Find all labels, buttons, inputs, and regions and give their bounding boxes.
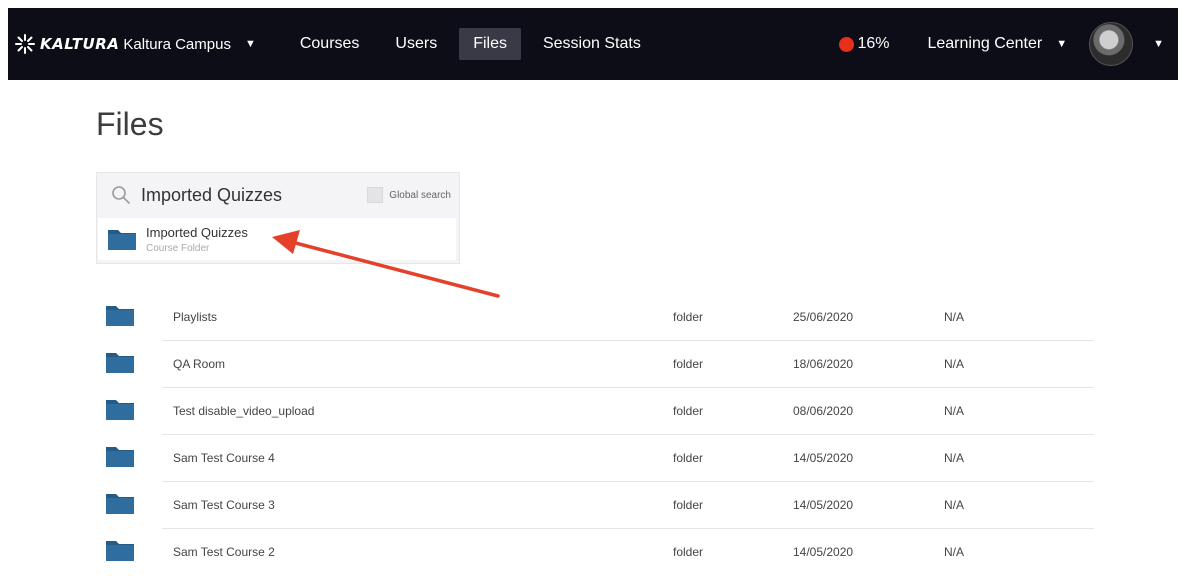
file-name[interactable]: Test disable_video_upload [173, 404, 314, 418]
file-size: N/A [944, 357, 965, 371]
progress-label: 16% [857, 35, 890, 52]
nav-courses[interactable]: Courses [286, 28, 374, 60]
file-date: 08/06/2020 [793, 404, 854, 418]
file-name[interactable]: Sam Test Course 2 [173, 545, 275, 559]
file-list: Playlists folder 25/06/2020 N/A QA Room … [0, 294, 1185, 576]
suggestion-title: Imported Quizzes [146, 224, 248, 240]
file-type: folder [673, 404, 704, 418]
file-size: N/A [944, 498, 965, 512]
nav-users[interactable]: Users [381, 28, 451, 60]
search-row: Global search [97, 173, 459, 217]
nav-session-stats[interactable]: Session Stats [529, 28, 655, 60]
file-type: folder [673, 310, 704, 324]
global-search-label: Global search [389, 189, 451, 201]
suggestion-text: Imported Quizzes Course Folder [146, 225, 248, 254]
file-type: folder [673, 451, 704, 465]
nav-files[interactable]: Files [459, 28, 521, 60]
file-type: folder [673, 357, 704, 371]
global-search-toggle[interactable]: Global search [367, 187, 451, 203]
avatar[interactable] [1089, 22, 1134, 66]
folder-icon [106, 541, 134, 561]
page-title: Files [96, 106, 164, 142]
folder-icon [106, 353, 134, 373]
folder-icon [106, 447, 134, 467]
folder-icon [108, 230, 136, 250]
file-row[interactable]: Sam Test Course 4 folder 14/05/2020 N/A [0, 435, 1185, 482]
file-name[interactable]: QA Room [173, 357, 225, 371]
annotation-arrow-icon [272, 230, 500, 298]
folder-icon [106, 400, 134, 420]
file-date: 14/05/2020 [793, 451, 854, 465]
learning-center-menu[interactable]: Learning Center ▼ [927, 35, 1067, 53]
file-row[interactable]: Sam Test Course 3 folder 14/05/2020 N/A [0, 482, 1185, 529]
top-navigation-bar: KALTURA Kaltura Campus ▼ Courses Users F… [8, 8, 1178, 80]
main-nav: Courses Users Files Session Stats [286, 28, 663, 60]
file-date: 25/06/2020 [793, 310, 854, 324]
file-size: N/A [944, 545, 965, 559]
file-row[interactable]: Playlists folder 25/06/2020 N/A [0, 294, 1185, 341]
global-search-checkbox[interactable] [367, 187, 384, 203]
file-date: 14/05/2020 [793, 545, 854, 559]
folder-icon [106, 494, 134, 514]
suggestion-subtitle: Course Folder [146, 242, 210, 254]
brand[interactable]: KALTURA Kaltura Campus ▼ [14, 33, 256, 55]
file-size: N/A [944, 451, 965, 465]
file-type: folder [673, 498, 704, 512]
user-menu-caret-icon[interactable]: ▼ [1153, 38, 1164, 50]
progress-dot-icon [839, 36, 855, 52]
learning-center-caret-icon: ▼ [1056, 38, 1068, 50]
search-icon [112, 186, 130, 204]
file-size: N/A [944, 404, 965, 418]
file-name[interactable]: Playlists [173, 310, 217, 324]
file-name[interactable]: Sam Test Course 4 [173, 451, 275, 465]
campus-name: Kaltura Campus [123, 35, 231, 53]
kaltura-logo-icon [15, 34, 35, 54]
learning-center-label: Learning Center [927, 35, 1043, 52]
file-size: N/A [944, 310, 965, 324]
file-row[interactable]: Test disable_video_upload folder 08/06/2… [0, 388, 1185, 435]
campus-dropdown-caret-icon[interactable]: ▼ [245, 38, 256, 50]
file-row[interactable]: Sam Test Course 2 folder 14/05/2020 N/A [0, 529, 1185, 576]
search-input[interactable] [141, 184, 341, 206]
folder-icon [106, 306, 134, 326]
file-name[interactable]: Sam Test Course 3 [173, 498, 275, 512]
file-date: 18/06/2020 [793, 357, 854, 371]
file-row[interactable]: QA Room folder 18/06/2020 N/A [0, 341, 1185, 388]
brand-wordmark: KALTURA [40, 35, 120, 53]
progress-indicator[interactable]: 16% [839, 35, 889, 53]
nav-right: 16% Learning Center ▼ ▼ [839, 22, 1178, 66]
file-date: 14/05/2020 [793, 498, 854, 512]
file-type: folder [673, 545, 704, 559]
